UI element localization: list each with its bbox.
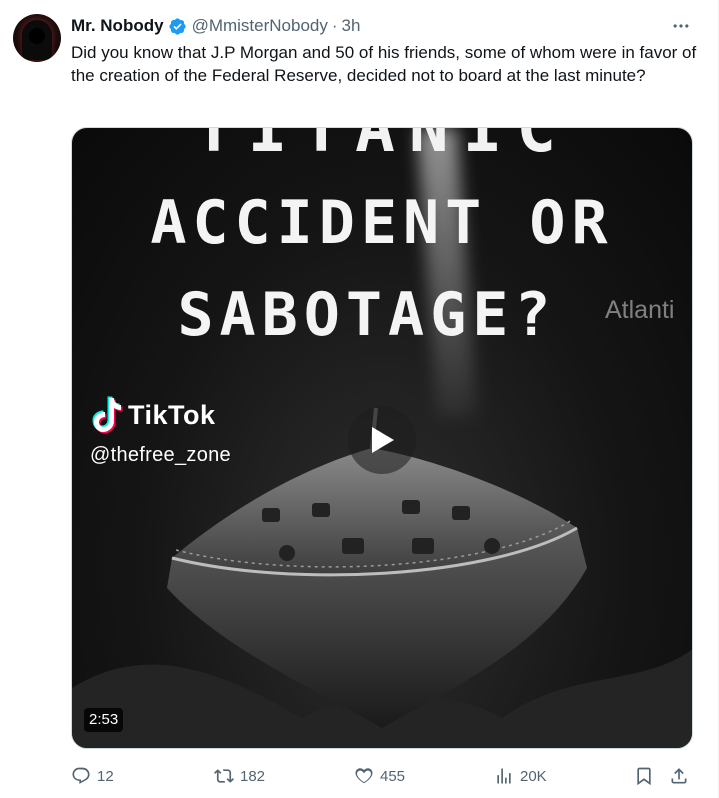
video-title-line1: ACCIDENT OR [150, 188, 614, 258]
tiktok-brand: TikTok [128, 399, 216, 430]
play-button[interactable] [348, 406, 416, 474]
tweet-time[interactable]: 3h [342, 16, 361, 36]
verified-icon[interactable] [168, 17, 187, 36]
author-name[interactable]: Mr. Nobody [71, 16, 164, 36]
repost-count: 182 [240, 767, 266, 785]
repost-icon [214, 769, 234, 783]
action-bar: 12 182 455 20K [71, 762, 699, 790]
views-button[interactable]: 20K [494, 762, 547, 790]
video-duration: 2:53 [84, 708, 124, 732]
author-handle[interactable]: @MmisterNobody [192, 16, 328, 36]
video-player[interactable]: TITANIC ACCIDENT OR SABOTAGE? Atlanti Ti… [71, 127, 693, 749]
tweet-text: Did you know that J.P Morgan and 50 of h… [71, 43, 697, 86]
like-button[interactable]: 455 [354, 762, 405, 790]
tweet[interactable]: Mr. Nobody @MmisterNobody · 3h Did you k… [0, 0, 719, 798]
more-icon[interactable] [670, 16, 692, 36]
tweet-header: Mr. Nobody @MmisterNobody · 3h [71, 14, 360, 38]
reply-button[interactable]: 12 [71, 762, 114, 790]
play-icon [372, 427, 394, 453]
reply-count: 12 [97, 767, 114, 785]
video-title-top: TITANIC [193, 127, 571, 167]
share-icon [671, 768, 687, 784]
light-beam [416, 128, 478, 420]
avatar[interactable] [13, 14, 61, 62]
tiktok-watermark: TikTok [92, 396, 216, 434]
views-icon [497, 768, 511, 784]
bookmark-icon [637, 767, 651, 786]
views-count: 20K [520, 767, 547, 785]
video-title-line2: SABOTAGE? [177, 280, 557, 350]
tiktok-logo-icon [92, 396, 123, 434]
like-icon [355, 768, 373, 784]
avatar-face [29, 28, 45, 44]
header-separator: · [331, 16, 338, 35]
reply-icon [72, 767, 90, 784]
side-watermark: Atlanti [605, 296, 675, 324]
tiktok-username: @thefree_zone [90, 444, 231, 466]
bookmark-button[interactable] [634, 762, 654, 790]
share-button[interactable] [669, 762, 689, 790]
repost-button[interactable]: 182 [214, 762, 265, 790]
like-count: 455 [380, 767, 406, 785]
